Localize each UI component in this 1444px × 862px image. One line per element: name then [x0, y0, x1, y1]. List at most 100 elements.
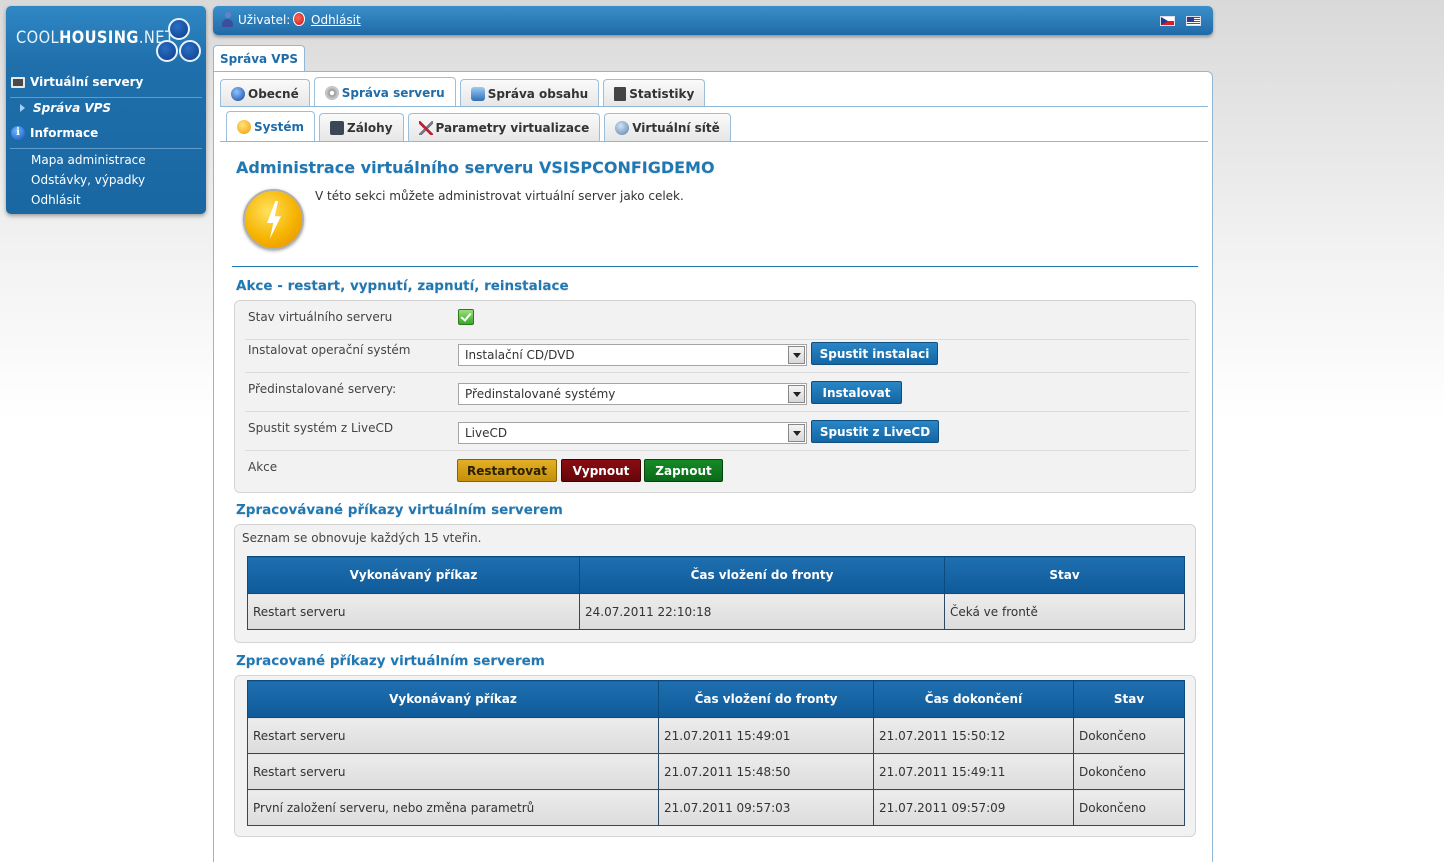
- us-flag-icon[interactable]: [1186, 16, 1201, 26]
- tab-label: Zálohy: [347, 120, 393, 135]
- table-cell: Dokončeno: [1073, 753, 1185, 790]
- gear-icon: [324, 85, 339, 100]
- subtab-backups[interactable]: Zálohy: [319, 113, 404, 141]
- lightning-bolt-icon: [243, 189, 304, 250]
- install-button[interactable]: Instalovat: [811, 381, 902, 404]
- subtab-virtualization-params[interactable]: Parametry virtualizace: [407, 113, 601, 141]
- column-header: Čas vložení do fronty: [579, 556, 945, 594]
- globe-icon: [231, 86, 245, 101]
- table-header: Vykonávaný příkaz Čas vložení do fronty …: [247, 556, 1185, 594]
- shutdown-button[interactable]: Vypnout: [561, 459, 641, 482]
- preinstalled-label: Předinstalované servery:: [248, 382, 397, 396]
- preinstalled-select[interactable]: Předinstalované systémy: [458, 383, 807, 405]
- install-os-select[interactable]: Instalační CD/DVD: [458, 344, 807, 366]
- czech-flag-icon[interactable]: [1160, 16, 1175, 26]
- sidebar-link-outages[interactable]: Odstávky, výpadky: [31, 173, 145, 187]
- monitor-icon: [11, 76, 25, 88]
- subtab-system[interactable]: Systém: [226, 111, 315, 141]
- pending-commands-heading: Zpracovávané příkazy virtuálním serverem: [236, 502, 563, 518]
- table-cell: Dokončeno: [1073, 717, 1185, 754]
- bolt-icon: [237, 119, 251, 134]
- actions-row: Akce Restartovat Vypnout Zapnout: [245, 451, 1189, 490]
- column-header: Vykonávaný příkaz: [247, 556, 580, 594]
- tab-manage-vps[interactable]: Správa VPS: [213, 45, 305, 72]
- column-header: Čas vložení do fronty: [658, 680, 874, 718]
- sidebar-link-admin-map[interactable]: Mapa administrace: [31, 153, 146, 167]
- main-content: Obecné Správa serveru Správa obsahu Stat…: [213, 71, 1213, 862]
- tab-general[interactable]: Obecné: [220, 79, 310, 107]
- start-button[interactable]: Zapnout: [644, 459, 723, 482]
- start-install-button[interactable]: Spustit instalaci: [811, 342, 938, 365]
- tab-content-management[interactable]: Správa obsahu: [459, 79, 600, 107]
- table-row: Restart serveru 24.07.2011 22:10:18 Čeká…: [247, 593, 1185, 630]
- chevron-down-icon[interactable]: [788, 385, 805, 403]
- subtabs: Systém Zálohy Parametry virtualizace Vir…: [226, 111, 731, 141]
- sidebar-link-logout[interactable]: Odhlásit: [31, 193, 81, 207]
- start-livecd-button[interactable]: Spustit z LiveCD: [811, 420, 939, 443]
- arrow-right-icon: [20, 104, 25, 112]
- tab-statistics[interactable]: Statistiky: [603, 79, 706, 107]
- tabs: Obecné Správa serveru Správa obsahu Stat…: [220, 77, 706, 107]
- chevron-down-icon[interactable]: [788, 346, 805, 364]
- tab-label: Správa serveru: [341, 85, 445, 100]
- livecd-select[interactable]: LiveCD: [458, 422, 807, 444]
- refresh-note: Seznam se obnovuje každých 15 vteřin.: [242, 531, 482, 545]
- table-cell: 21.07.2011 09:57:09: [873, 789, 1074, 826]
- subtab-virtual-networks[interactable]: Virtuální sítě: [604, 113, 731, 141]
- tab-label: Systém: [254, 119, 304, 134]
- logo-text: COOLHOUSING.NET: [16, 28, 175, 48]
- divider: [232, 266, 1198, 267]
- table-row: První založení serveru, nebo změna param…: [247, 789, 1185, 826]
- actions-label: Akce: [248, 460, 278, 474]
- coolhousing-logo[interactable]: COOLHOUSING.NET: [16, 14, 206, 70]
- tab-label: Parametry virtualizace: [435, 120, 590, 135]
- tab-label: Virtuální sítě: [632, 120, 720, 135]
- table-header: Vykonávaný příkaz Čas vložení do fronty …: [247, 680, 1185, 718]
- select-value: LiveCD: [465, 426, 508, 440]
- done-commands-panel: Vykonávaný příkaz Čas vložení do fronty …: [234, 675, 1196, 837]
- table-cell: 21.07.2011 15:48:50: [658, 753, 874, 790]
- user-label: Uživatel:: [238, 13, 291, 27]
- chevron-down-icon[interactable]: [788, 424, 805, 442]
- database-icon: [470, 86, 485, 101]
- livecd-label: Spustit systém z LiveCD: [248, 421, 394, 435]
- tab-server-management[interactable]: Správa serveru: [313, 77, 456, 107]
- actions-panel: Stav virtuálního serveru Instalovat oper…: [234, 300, 1196, 493]
- column-header: Čas dokončení: [873, 680, 1074, 718]
- sidebar-item-label: Správa VPS: [33, 101, 112, 115]
- done-commands-table: Vykonávaný příkaz Čas vložení do fronty …: [247, 680, 1185, 826]
- statistics-icon: [614, 86, 627, 101]
- pending-commands-panel: Seznam se obnovuje každých 15 vteřin. Vy…: [234, 524, 1196, 643]
- table-cell: Restart serveru: [247, 593, 580, 630]
- status-ok-icon: [458, 309, 474, 325]
- table-cell: Dokončeno: [1073, 789, 1185, 826]
- power-icon[interactable]: [293, 12, 305, 26]
- table-cell: Restart serveru: [247, 717, 659, 754]
- install-os-row: Instalovat operační systém Instalační CD…: [245, 334, 1189, 373]
- install-os-label: Instalovat operační systém: [248, 343, 411, 357]
- actions-heading: Akce - restart, vypnutí, zapnutí, reinst…: [236, 278, 569, 294]
- sidebar-item-label: Virtuální servery: [30, 75, 144, 89]
- sidebar-item-info[interactable]: i Informace: [6, 121, 206, 145]
- divider: [220, 106, 1208, 107]
- select-value: Instalační CD/DVD: [465, 348, 575, 362]
- table-cell: První založení serveru, nebo změna param…: [247, 789, 659, 826]
- page-title: Administrace virtuálního serveru VSISPCO…: [236, 158, 715, 177]
- select-value: Předinstalované systémy: [465, 387, 616, 401]
- table-row: Restart serveru 21.07.2011 15:49:01 21.0…: [247, 717, 1185, 754]
- sidebar-item-label: Informace: [30, 126, 99, 140]
- sidebar-item-manage-vps[interactable]: Správa VPS: [6, 96, 206, 120]
- intro-text: V této sekci můžete administrovat virtuá…: [315, 189, 684, 203]
- sidebar: COOLHOUSING.NET Virtuální servery Správa…: [6, 6, 206, 214]
- restart-button[interactable]: Restartovat: [457, 459, 557, 482]
- tab-label: Správa obsahu: [487, 86, 589, 101]
- tab-label: Statistiky: [629, 86, 695, 101]
- floppy-disk-icon: [330, 120, 344, 135]
- tools-icon: [418, 120, 433, 135]
- column-header: Stav: [944, 556, 1185, 594]
- pending-commands-table: Vykonávaný příkaz Čas vložení do fronty …: [247, 556, 1185, 630]
- divider: [10, 148, 202, 149]
- logout-link[interactable]: Odhlásit: [311, 13, 361, 27]
- table-cell: 21.07.2011 15:49:01: [658, 717, 874, 754]
- sidebar-item-virtual-servers[interactable]: Virtuální servery: [6, 70, 206, 94]
